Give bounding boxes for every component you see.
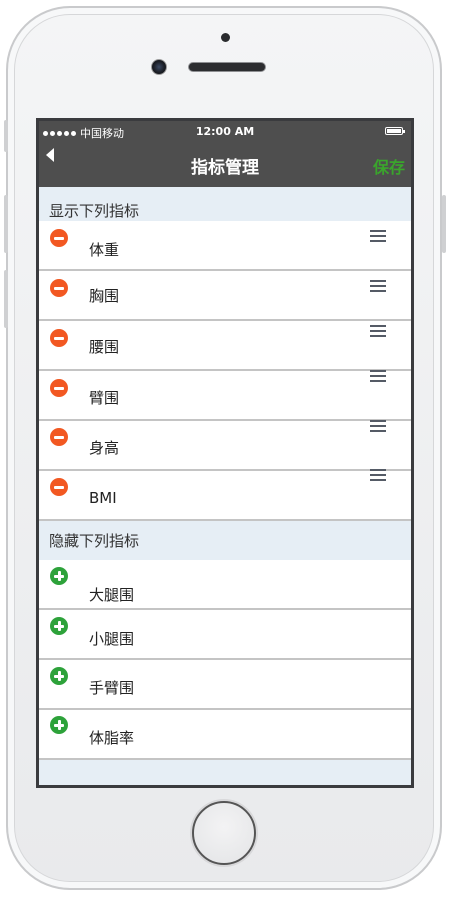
list-item: 身高 xyxy=(39,421,411,471)
item-label: 胸围 xyxy=(89,287,120,305)
remove-icon[interactable] xyxy=(50,329,68,347)
add-icon[interactable] xyxy=(50,716,68,734)
volume-down-button xyxy=(4,270,8,328)
status-time: 12:00 AM xyxy=(195,125,255,138)
list-item: 臂围 xyxy=(39,371,411,421)
page-title: 指标管理 xyxy=(191,158,259,178)
item-label: 体脂率 xyxy=(89,729,135,747)
save-button[interactable]: 保存 xyxy=(373,154,405,178)
shown-section-header: 显示下列指标 xyxy=(39,191,411,223)
battery-icon xyxy=(385,127,405,135)
volume-up-button xyxy=(4,195,8,253)
home-button[interactable] xyxy=(192,801,256,865)
item-label: 腰围 xyxy=(89,338,120,356)
list-item: 大腿围 xyxy=(39,560,411,610)
power-button xyxy=(442,195,446,253)
list-item: 胸围 xyxy=(39,271,411,321)
mute-switch xyxy=(4,120,8,152)
add-icon[interactable] xyxy=(50,667,68,685)
drag-handle-icon[interactable] xyxy=(370,420,386,432)
nav-header: 中国移动 12:00 AM 指标管理 保存 xyxy=(39,121,411,187)
earpiece-speaker xyxy=(188,62,266,72)
drag-handle-icon[interactable] xyxy=(370,325,386,337)
hidden-section-header: 隐藏下列指标 xyxy=(39,521,411,559)
list-item: BMI xyxy=(39,471,411,521)
remove-icon[interactable] xyxy=(50,379,68,397)
remove-icon[interactable] xyxy=(50,229,68,247)
item-label: 小腿围 xyxy=(89,630,135,648)
item-label: 手臂围 xyxy=(89,679,135,697)
item-label: 大腿围 xyxy=(89,586,135,604)
section-title: 显示下列指标 xyxy=(49,202,140,220)
item-label: 体重 xyxy=(89,241,120,259)
list-item: 手臂围 xyxy=(39,660,411,710)
add-icon[interactable] xyxy=(50,567,68,585)
proximity-sensor xyxy=(221,33,230,42)
drag-handle-icon[interactable] xyxy=(370,280,386,292)
drag-handle-icon[interactable] xyxy=(370,469,386,481)
drag-handle-icon[interactable] xyxy=(370,370,386,382)
list-item: 体脂率 xyxy=(39,710,411,760)
item-label: BMI xyxy=(89,489,117,507)
status-bar: 中国移动 12:00 AM xyxy=(39,121,411,141)
item-label: 臂围 xyxy=(89,389,120,407)
add-icon[interactable] xyxy=(50,617,68,635)
list-item: 体重 xyxy=(39,221,411,271)
drag-handle-icon[interactable] xyxy=(370,230,386,242)
front-camera xyxy=(151,59,167,75)
remove-icon[interactable] xyxy=(50,428,68,446)
screen: 中国移动 12:00 AM 指标管理 保存 显示下列指标 体重 胸围 腰围 臂围… xyxy=(36,118,414,788)
list-item: 腰围 xyxy=(39,321,411,371)
item-label: 身高 xyxy=(89,439,120,457)
list-item: 小腿围 xyxy=(39,610,411,660)
section-title: 隐藏下列指标 xyxy=(49,532,140,550)
remove-icon[interactable] xyxy=(50,478,68,496)
remove-icon[interactable] xyxy=(50,279,68,297)
